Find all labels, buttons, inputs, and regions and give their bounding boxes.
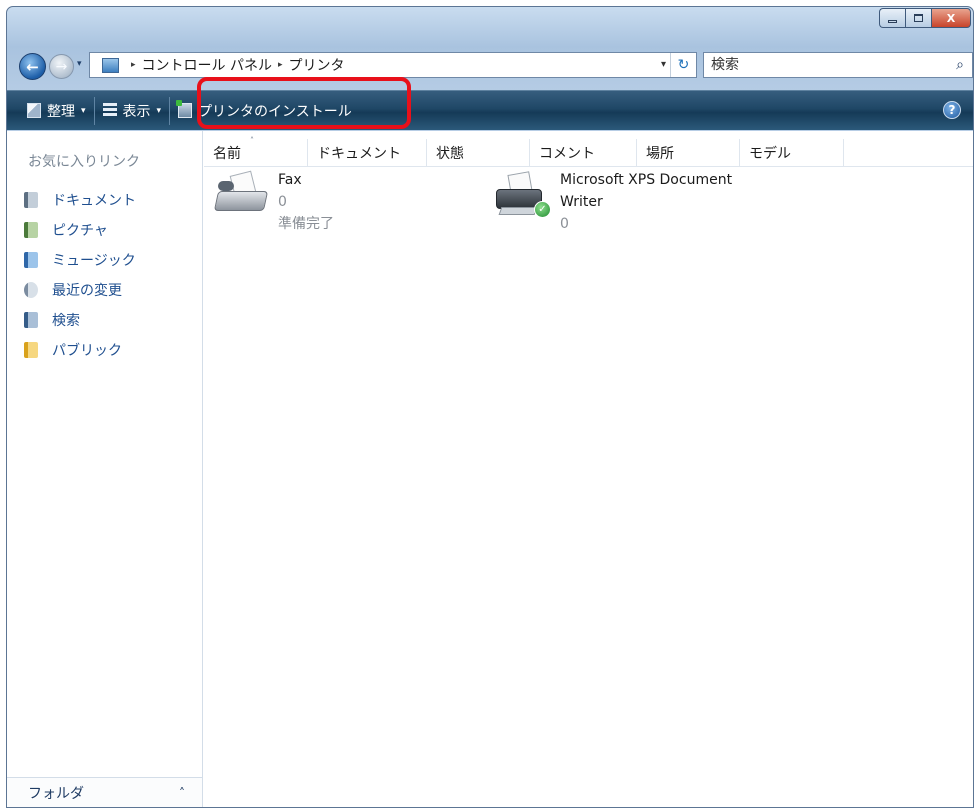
favorite-links-list: ドキュメント ピクチャ ミュージック 最近の変更 検索 パブリック (24, 185, 136, 365)
sort-ascending-icon: ˄ (250, 136, 254, 145)
close-button[interactable]: X (931, 8, 971, 28)
chevron-down-icon: ▾ (81, 105, 86, 116)
navigation-pane: お気に入りリンク ドキュメント ピクチャ ミュージック 最近の変更 検索 パブリ… (7, 131, 203, 807)
command-toolbar: 整理 ▾ 表示 ▾ プリンタのインストール ? (7, 90, 973, 130)
address-dropdown-icon[interactable]: ▾ (661, 59, 666, 70)
music-icon (24, 252, 38, 268)
breadcrumb-printers[interactable]: プリンタ (289, 55, 345, 75)
sidebar-item-searches[interactable]: 検索 (24, 305, 136, 335)
title-bar[interactable]: X (7, 7, 973, 49)
pictures-icon (24, 222, 38, 238)
printer-name: Fax (278, 172, 302, 188)
toolbar-divider (93, 96, 95, 125)
documents-icon (24, 192, 38, 208)
sidebar-item-label: ピクチャ (52, 223, 108, 239)
column-header-label: 名前 (213, 146, 241, 162)
content-area: お気に入りリンク ドキュメント ピクチャ ミュージック 最近の変更 検索 パブリ… (7, 131, 973, 807)
breadcrumb-separator-icon[interactable]: ▸ (278, 60, 283, 70)
forward-arrow-icon: → (55, 58, 68, 75)
views-icon (102, 103, 117, 118)
control-panel-icon (102, 57, 119, 73)
favorite-links-header: お気に入りリンク (28, 154, 140, 170)
chevron-up-icon: ˄ (179, 785, 185, 800)
organize-label: 整理 (47, 103, 75, 120)
column-header-location[interactable]: 場所 (637, 139, 740, 167)
add-printer-button[interactable]: プリンタのインストール (172, 96, 358, 126)
printer-item-fax[interactable]: Fax 0 準備完了 (213, 169, 334, 235)
breadcrumb-control-panel[interactable]: コントロール パネル (142, 55, 272, 75)
sidebar-item-music[interactable]: ミュージック (24, 245, 136, 275)
address-bar[interactable]: ▸ コントロール パネル ▸ プリンタ ▾ ↻ (89, 52, 697, 78)
folders-toggle[interactable]: フォルダ ˄ (7, 777, 202, 807)
forward-button[interactable]: → (49, 54, 74, 79)
organize-button[interactable]: 整理 ▾ (21, 96, 92, 126)
add-printer-icon (176, 100, 193, 118)
view-label: 表示 (122, 103, 151, 120)
folders-label: フォルダ (28, 785, 84, 802)
printer-default-icon: ✓ (496, 169, 552, 221)
fax-icon (213, 169, 270, 217)
back-arrow-icon: ← (26, 57, 39, 76)
search-input[interactable] (704, 54, 948, 76)
column-header-label: コメント (539, 146, 595, 162)
maximize-icon (914, 14, 923, 22)
caption-buttons: X (879, 8, 971, 28)
public-folder-icon (24, 342, 38, 358)
search-icon[interactable]: ⌕ (948, 57, 972, 73)
searches-icon (24, 312, 38, 328)
column-header-label: モデル (749, 146, 791, 162)
sidebar-item-public[interactable]: パブリック (24, 335, 136, 365)
explorer-window: X ← → ▾ ▸ コントロール パネル ▸ プリンタ ▾ ↻ ⌕ 整理 ▾ (6, 6, 974, 808)
sidebar-item-label: ドキュメント (52, 193, 136, 209)
printer-item-xps-writer[interactable]: ✓ Microsoft XPS Document Writer 0 (496, 169, 732, 235)
sidebar-item-label: ミュージック (52, 253, 136, 269)
breadcrumb-separator-icon[interactable]: ▸ (131, 60, 136, 70)
sidebar-item-recent-changes[interactable]: 最近の変更 (24, 275, 136, 305)
column-header-label: 状態 (436, 146, 464, 162)
view-button[interactable]: 表示 ▾ (97, 96, 168, 126)
help-button[interactable]: ? (943, 101, 961, 119)
recent-pages-dropdown[interactable]: ▾ (77, 59, 82, 69)
recent-changes-icon (24, 282, 38, 298)
sidebar-item-documents[interactable]: ドキュメント (24, 185, 136, 215)
sidebar-item-label: 最近の変更 (52, 283, 122, 299)
column-header-comments[interactable]: コメント (530, 139, 637, 167)
printer-status: 準備完了 (278, 216, 334, 232)
help-icon: ? (948, 103, 956, 117)
sidebar-item-label: パブリック (52, 343, 122, 359)
organize-icon (27, 103, 41, 118)
column-header-name[interactable]: ˄ 名前 (204, 136, 308, 167)
minimize-icon (888, 19, 897, 23)
search-box[interactable]: ⌕ (703, 52, 973, 78)
printer-document-count: 0 (278, 194, 287, 210)
maximize-button[interactable] (905, 8, 931, 28)
file-list-pane: ˄ 名前 ドキュメント 状態 コメント 場所 モデル Fax 0 準備完了 ✓ … (204, 131, 973, 807)
printer-document-count: 0 (560, 216, 569, 232)
column-header-documents[interactable]: ドキュメント (308, 139, 427, 167)
sidebar-item-label: 検索 (52, 313, 80, 329)
toolbar-divider (169, 96, 171, 125)
minimize-button[interactable] (879, 8, 905, 28)
refresh-icon: ↻ (677, 57, 690, 73)
printer-name-line1: Microsoft XPS Document (560, 172, 733, 188)
add-printer-label: プリンタのインストール (198, 103, 352, 120)
back-button[interactable]: ← (19, 53, 46, 80)
column-header-status[interactable]: 状態 (427, 139, 530, 167)
close-icon: X (946, 11, 956, 25)
column-header-label: 場所 (646, 146, 674, 162)
column-header-label: ドキュメント (317, 146, 401, 162)
printer-name-line2: Writer (560, 194, 603, 210)
chevron-down-icon: ▾ (156, 105, 162, 116)
default-printer-check-icon: ✓ (534, 201, 551, 218)
navigation-row: ← → ▾ ▸ コントロール パネル ▸ プリンタ ▾ ↻ ⌕ (7, 49, 973, 80)
refresh-button[interactable]: ↻ (670, 53, 696, 77)
column-header-model[interactable]: モデル (740, 139, 844, 167)
column-headers: ˄ 名前 ドキュメント 状態 コメント 場所 モデル (204, 136, 973, 167)
sidebar-item-pictures[interactable]: ピクチャ (24, 215, 136, 245)
